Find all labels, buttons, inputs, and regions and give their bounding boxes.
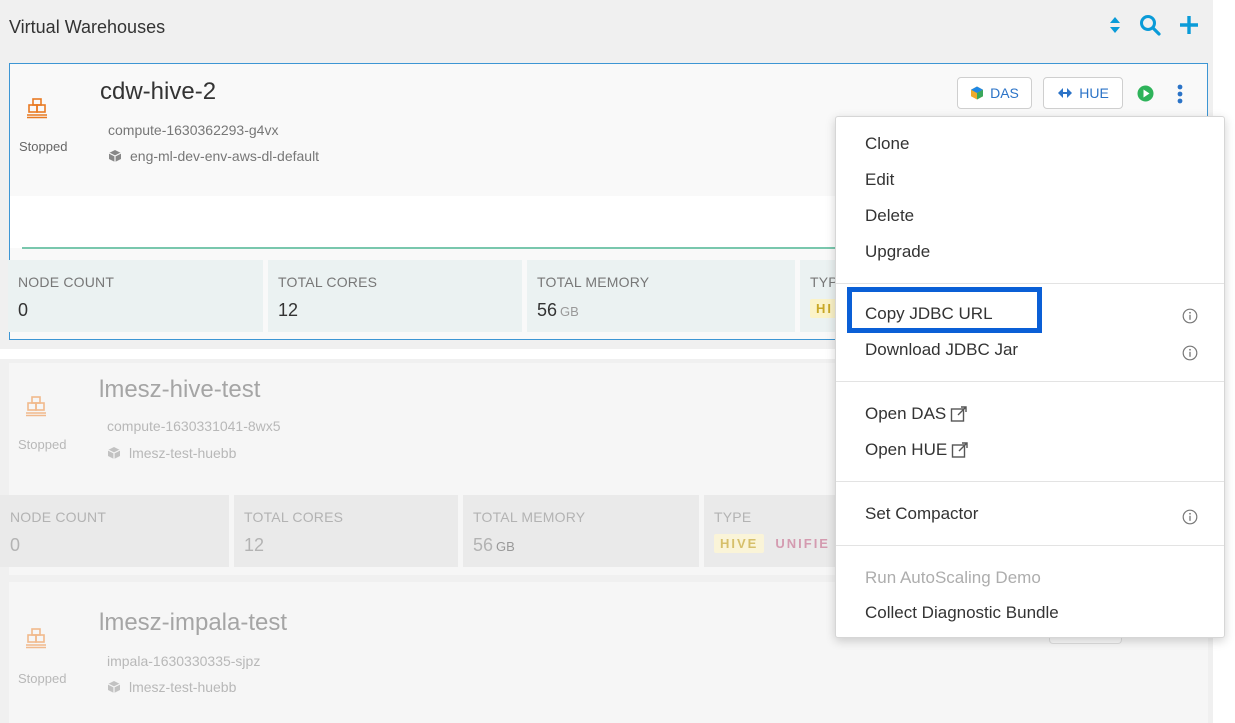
stat-node-count: NODE COUNT 0 bbox=[8, 260, 263, 332]
stat-node-count: NODE COUNT 0 bbox=[0, 495, 229, 567]
environment-name: eng-ml-dev-env-aws-dl-default bbox=[130, 148, 320, 164]
stat-total-memory: TOTAL MEMORY 56 GB bbox=[527, 260, 795, 332]
page-header: Virtual Warehouses bbox=[0, 0, 1213, 59]
menu-separator bbox=[836, 545, 1224, 546]
compute-id: compute-1630331041-8wx5 bbox=[107, 418, 281, 434]
das-icon bbox=[971, 86, 984, 100]
page-title: Virtual Warehouses bbox=[9, 17, 166, 37]
hue-button-label: HUE bbox=[1079, 85, 1109, 101]
hue-button[interactable]: HUE bbox=[1043, 77, 1123, 109]
environment-link[interactable]: lmesz-test-huebb bbox=[107, 679, 236, 695]
menu-item-clone[interactable]: Clone bbox=[865, 134, 909, 154]
hue-icon bbox=[1058, 88, 1073, 98]
das-button[interactable]: DAS bbox=[957, 77, 1032, 109]
status-label: Stopped bbox=[18, 437, 67, 452]
warehouse-icon bbox=[26, 97, 48, 124]
compute-id: compute-1630362293-g4vx bbox=[108, 122, 279, 138]
search-icon[interactable] bbox=[1139, 14, 1161, 36]
stat-type: TYPE HIVE UNIFIE bbox=[704, 495, 844, 567]
menu-item-upgrade[interactable]: Upgrade bbox=[865, 242, 930, 262]
menu-item-collect-diagnostic-bundle[interactable]: Collect Diagnostic Bundle bbox=[865, 603, 1059, 623]
status-label: Stopped bbox=[19, 139, 68, 154]
more-options-icon[interactable] bbox=[1177, 84, 1183, 109]
warehouse-icon bbox=[25, 627, 47, 654]
type-badge-unified: UNIFIE bbox=[775, 536, 830, 551]
warehouse-name[interactable]: cdw-hive-2 bbox=[100, 78, 216, 106]
stat-type: TYP HI bbox=[800, 260, 840, 332]
environment-name: lmesz-test-huebb bbox=[129, 445, 237, 461]
menu-item-set-compactor[interactable]: Set Compactor bbox=[865, 504, 978, 524]
card-divider bbox=[22, 247, 837, 249]
menu-item-edit[interactable]: Edit bbox=[865, 170, 894, 190]
warehouse-name[interactable]: lmesz-hive-test bbox=[99, 376, 260, 404]
warehouse-name[interactable]: lmesz-impala-test bbox=[99, 609, 287, 637]
cube-icon bbox=[107, 681, 121, 693]
start-icon[interactable] bbox=[1137, 85, 1154, 107]
menu-separator bbox=[836, 481, 1224, 482]
menu-item-run-autoscaling-demo: Run AutoScaling Demo bbox=[865, 568, 1041, 587]
menu-separator bbox=[836, 283, 1224, 284]
info-icon[interactable] bbox=[1182, 345, 1198, 366]
environment-link[interactable]: lmesz-test-huebb bbox=[107, 445, 236, 461]
environment-name: lmesz-test-huebb bbox=[129, 679, 237, 695]
actions-menu: Clone Edit Delete Upgrade Copy JDBC URL … bbox=[835, 116, 1225, 638]
menu-item-download-jdbc-jar[interactable]: Download JDBC Jar bbox=[865, 340, 1018, 360]
menu-separator bbox=[836, 381, 1224, 382]
menu-item-delete[interactable]: Delete bbox=[865, 206, 914, 226]
info-icon[interactable] bbox=[1182, 509, 1198, 530]
stat-total-cores: TOTAL CORES 12 bbox=[268, 260, 522, 332]
status-label: Stopped bbox=[18, 671, 67, 686]
highlight-box bbox=[847, 287, 1042, 333]
menu-item-open-hue[interactable]: Open HUE bbox=[865, 440, 969, 460]
type-badge-hive: HIVE bbox=[714, 534, 765, 553]
stat-total-memory: TOTAL MEMORY 56 GB bbox=[463, 495, 699, 567]
das-button-label: DAS bbox=[990, 85, 1019, 101]
compute-id: impala-1630330335-sjpz bbox=[107, 653, 261, 669]
stat-total-cores: TOTAL CORES 12 bbox=[234, 495, 458, 567]
header-actions bbox=[1109, 14, 1199, 36]
add-icon[interactable] bbox=[1179, 15, 1199, 35]
external-link-icon bbox=[952, 442, 968, 458]
sort-icon[interactable] bbox=[1109, 16, 1121, 34]
cube-icon bbox=[108, 150, 122, 162]
environment-link[interactable]: eng-ml-dev-env-aws-dl-default bbox=[108, 148, 319, 164]
info-icon[interactable] bbox=[1182, 308, 1198, 329]
external-link-icon bbox=[951, 406, 967, 422]
cube-icon bbox=[107, 447, 121, 459]
warehouse-icon bbox=[25, 395, 47, 422]
menu-item-open-das[interactable]: Open DAS bbox=[865, 404, 968, 424]
